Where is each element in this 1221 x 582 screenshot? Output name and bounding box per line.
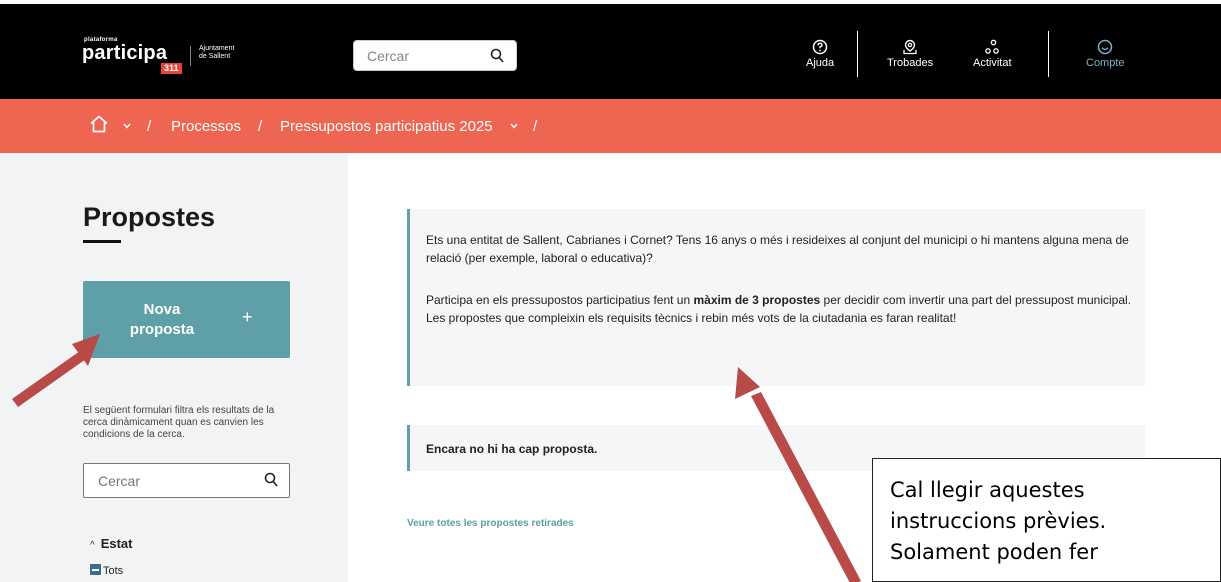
logo-text: participa <box>82 42 168 64</box>
breadcrumb-separator: / <box>258 118 263 135</box>
header-search-placeholder: Cercar <box>367 48 410 64</box>
breadcrumb-separator: / <box>147 118 152 135</box>
filter-estat-toggle[interactable]: ^ Estat <box>90 536 133 551</box>
title-underline <box>83 240 121 243</box>
withdrawn-proposals-link[interactable]: Veure totes les propostes retirades <box>407 518 574 529</box>
account-icon <box>1098 39 1113 55</box>
logo-ajuntament-line2: de Sallent <box>199 53 231 60</box>
nav-compte-label: Compte <box>1086 57 1125 69</box>
header-search-input[interactable]: Cercar <box>353 40 517 71</box>
search-icon[interactable] <box>490 48 504 64</box>
instructions-p2-start: Participa en els pressupostos participat… <box>426 293 694 307</box>
filter-tots-checkbox[interactable]: Tots <box>90 564 123 577</box>
home-icon[interactable] <box>89 114 109 134</box>
arrow-to-instructions <box>735 367 861 582</box>
new-proposal-button[interactable]: Nova proposta + <box>83 281 290 358</box>
help-icon <box>812 39 828 55</box>
nav-activitat-label: Activitat <box>973 57 1012 69</box>
nav-activitat[interactable]: Activitat <box>973 39 1012 69</box>
nav-trobades-label: Trobades <box>887 57 934 69</box>
logo-ajuntament: Ajuntament de Sallent <box>199 45 234 61</box>
activity-icon <box>985 39 1000 54</box>
map-pin-icon <box>903 39 917 55</box>
plus-icon: + <box>242 307 253 327</box>
breadcrumb-separator: / <box>533 118 538 135</box>
filter-estat-label: Estat <box>100 536 133 551</box>
nav-divider <box>1048 31 1049 77</box>
nav-ajuda-label: Ajuda <box>806 57 835 69</box>
logo-ajuntament-line1: Ajuntament <box>199 45 235 52</box>
page: plataforma participa 311 Ajuntament de S… <box>0 0 1221 582</box>
chevron-up-icon: ^ <box>90 540 95 551</box>
filter-tots-label: Tots <box>103 565 124 577</box>
filter-help-text: El següent formulari filtra els resultat… <box>83 405 275 440</box>
breadcrumb-pressupostos[interactable]: Pressupostos participatius 2025 <box>280 118 493 135</box>
annotation-text: Cal llegir aquestes instruccions prèvies… <box>890 478 1107 564</box>
annotation-box: Cal llegir aquestes instruccions prèvies… <box>872 458 1221 582</box>
logo-divider <box>190 46 191 66</box>
breadcrumb-processos[interactable]: Processos <box>171 118 241 135</box>
instructions-paragraph-2: Participa en els pressupostos participat… <box>426 291 1142 327</box>
logo-number: 311 <box>161 63 182 74</box>
instructions-callout: Ets una entitat de Sallent, Cabrianes i … <box>407 209 1145 386</box>
page-title: Propostes <box>83 202 216 232</box>
nav-compte[interactable]: Compte <box>1086 39 1125 69</box>
sidebar-search-input[interactable]: Cercar <box>83 463 290 498</box>
nav-trobades[interactable]: Trobades <box>887 39 933 69</box>
chevron-down-icon[interactable] <box>123 123 131 129</box>
search-icon[interactable] <box>264 472 278 488</box>
empty-state-message: Encara no hi ha cap proposta. <box>426 442 598 456</box>
nav-ajuda[interactable]: Ajuda <box>806 39 834 69</box>
top-header: plataforma participa 311 Ajuntament de S… <box>0 0 1221 99</box>
sidebar-search-placeholder: Cercar <box>98 473 141 489</box>
nav-divider <box>857 31 858 77</box>
instructions-paragraph-1: Ets una entitat de Sallent, Cabrianes i … <box>426 233 1129 265</box>
instructions-p2-bold: màxim de 3 propostes <box>693 293 821 307</box>
new-proposal-label: Nova proposta <box>129 301 195 338</box>
checkbox-indeterminate-icon <box>90 564 101 575</box>
chevron-down-icon[interactable] <box>510 123 518 129</box>
top-header-bar: plataforma participa 311 Ajuntament de S… <box>0 4 1221 99</box>
breadcrumb: / Processos / Pressupostos participatius… <box>0 99 1221 153</box>
